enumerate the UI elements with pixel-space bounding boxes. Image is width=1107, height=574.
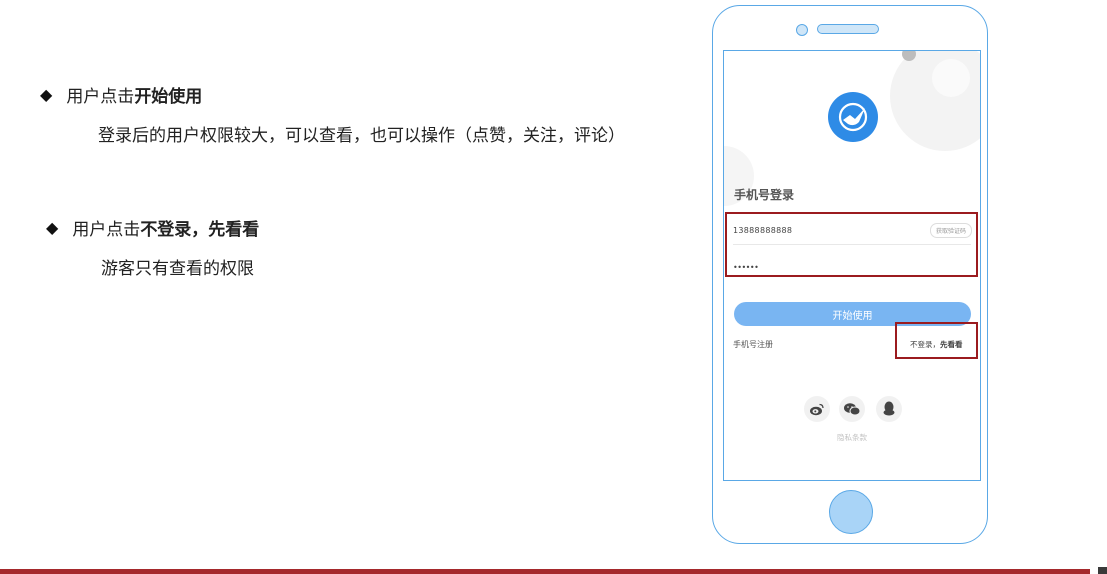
front-camera [796,24,808,36]
highlight-credentials-box [725,212,978,277]
corner-square [1098,567,1107,574]
diamond-icon: ◆ [46,218,59,237]
weibo-login-button[interactable] [804,396,830,422]
wechat-icon [844,403,861,416]
register-link[interactable]: 手机号注册 [733,339,773,350]
app-logo [828,92,878,142]
qq-login-button[interactable] [876,396,902,422]
qq-icon [883,401,895,416]
bird-logo-icon [838,102,868,132]
note-action: 不登录，先看看 [140,220,260,240]
note-action: 开始使用 [134,87,203,107]
note-description: 游客只有查看的权限 [101,259,254,279]
note-start-use: ◆ 用户点击 开始使用 [40,82,202,107]
weibo-icon [810,403,824,416]
note-skip-login: ◆ 用户点击 不登录，先看看 [46,215,259,240]
note-prefix: 用户点击 [72,220,141,240]
wechat-login-button[interactable] [839,396,865,422]
note-description: 登录后的用户权限较大，可以查看，也可以操作（点赞，关注，评论） [98,126,625,146]
background-circle [932,59,970,97]
speaker-slot [817,24,879,34]
privacy-link[interactable]: 隐私条款 [724,432,980,443]
home-button [829,490,873,534]
login-title: 手机号登录 [734,188,795,202]
highlight-skip-box [895,322,978,359]
note-prefix: 用户点击 [66,87,135,107]
footer-bar [0,569,1090,574]
diamond-icon: ◆ [40,85,53,104]
